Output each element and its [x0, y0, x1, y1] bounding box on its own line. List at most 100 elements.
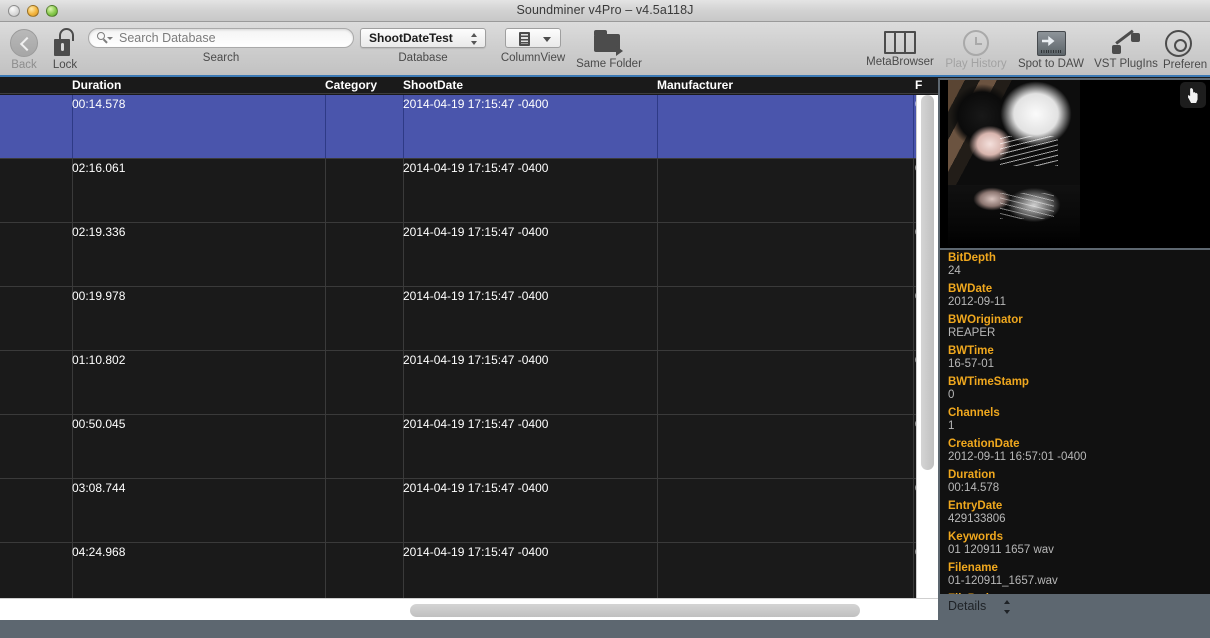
list-icon [519, 32, 530, 46]
column-header-shootdate[interactable]: ShootDate [403, 78, 655, 92]
table-row[interactable]: 03:08.7442014-04-19 17:15:47 -04000 [0, 479, 938, 543]
main-toolbar: Back Lock Search Database Search ShootDa… [0, 22, 1210, 77]
column-header-duration[interactable]: Duration [72, 78, 322, 92]
vst-plugins-label: VST PlugIns [1094, 58, 1158, 70]
cell-shootdate: 2014-04-19 17:15:47 -0400 [403, 481, 549, 495]
metadata-entry[interactable]: Channels 1 [948, 407, 1210, 433]
metadata-key: BWOriginator [948, 314, 1023, 326]
database-group-label: Database [398, 52, 448, 64]
cell-shootdate: 2014-04-19 17:15:47 -0400 [403, 225, 549, 239]
cell-duration: 00:50.045 [72, 417, 126, 431]
columnview-button[interactable]: ColumnView [495, 28, 571, 64]
metadata-entry[interactable]: BWTimeStamp 0 [948, 376, 1210, 402]
column-divider [325, 415, 326, 478]
table-header-row: Duration Category ShootDate Manufacturer… [0, 78, 938, 94]
metadata-value: 01-120911_1657.wav [948, 575, 1058, 587]
metadata-entry[interactable]: BWOriginator REAPER [948, 314, 1210, 340]
metadata-key: BWTimeStamp [948, 376, 1029, 388]
back-button-label: Back [11, 59, 37, 71]
preferences-button[interactable]: Preferen [1162, 28, 1210, 71]
column-divider [325, 287, 326, 350]
horizontal-scrollbar-thumb[interactable] [410, 604, 860, 617]
cell-shootdate: 2014-04-19 17:15:47 -0400 [403, 417, 549, 431]
metadata-value: 16-57-01 [948, 358, 995, 370]
grab-hand-tool-button[interactable] [1180, 82, 1206, 108]
same-folder-button[interactable]: Same Folder [573, 28, 645, 70]
column-divider [657, 223, 658, 286]
table-row[interactable]: 01:10.8022014-04-19 17:15:47 -04000 [0, 351, 938, 415]
metadata-entry[interactable]: CreationDate 2012-09-11 16:57:01 -0400 [948, 438, 1210, 464]
metadata-entry[interactable]: BWDate 2012-09-11 [948, 283, 1210, 309]
metadata-key: Duration [948, 469, 996, 481]
table-row[interactable]: 00:19.9782014-04-19 17:15:47 -04000 [0, 287, 938, 351]
column-divider [657, 95, 658, 158]
vertical-scrollbar[interactable] [916, 95, 938, 598]
column-divider [657, 287, 658, 350]
table-row[interactable]: 02:19.3362014-04-19 17:15:47 -04000 [0, 223, 938, 287]
folder-arrow-icon [592, 30, 626, 57]
database-select[interactable]: ShootDateTest [360, 28, 486, 48]
chevron-updown-icon[interactable] [1004, 600, 1011, 614]
search-input[interactable]: Search Database [88, 28, 354, 48]
columns-icon [884, 31, 916, 54]
cell-shootdate: 2014-04-19 17:15:47 -0400 [403, 289, 549, 303]
metadata-value: 2012-09-11 [948, 296, 1006, 308]
metadata-value: 00:14.578 [948, 482, 1000, 494]
preferences-gear-icon [1165, 30, 1192, 57]
artwork-preview [940, 80, 1210, 248]
metadata-value: 429133806 [948, 513, 1006, 525]
spot-to-daw-button[interactable]: Spot to DAW [1013, 28, 1089, 70]
clock-icon [963, 30, 989, 56]
cell-shootdate: 2014-04-19 17:15:47 -0400 [403, 353, 549, 367]
metabrowser-button[interactable]: MetaBrowser [862, 28, 938, 68]
results-table: Duration Category ShootDate Manufacturer… [0, 78, 938, 620]
table-row[interactable]: 02:16.0612014-04-19 17:15:47 -04000 [0, 159, 938, 223]
same-folder-label: Same Folder [576, 58, 642, 70]
plug-connector-icon [1111, 29, 1141, 56]
metadata-panel: BitDepth 24 BWDate 2012-09-11 BWOriginator RE… [938, 78, 1210, 620]
column-divider [913, 159, 914, 222]
columnview-dropdown[interactable] [505, 28, 561, 48]
search-icon[interactable] [97, 32, 113, 40]
metadata-key: Keywords [948, 531, 1003, 543]
application-window: Soundminer v4Pro – v4.5a118J Back Lock S… [0, 0, 1210, 620]
table-row[interactable]: 00:50.0452014-04-19 17:15:47 -04000 [0, 415, 938, 479]
cell-duration: 02:19.336 [72, 225, 126, 239]
search-group-label: Search [202, 52, 240, 64]
play-history-button[interactable]: Play History [938, 28, 1014, 70]
back-arrow-icon [10, 29, 38, 57]
vertical-scrollbar-thumb[interactable] [921, 95, 934, 470]
metadata-value: 0 [948, 389, 955, 401]
column-header-manufacturer[interactable]: Manufacturer [657, 78, 913, 92]
cell-duration: 01:10.802 [72, 353, 126, 367]
column-divider [913, 223, 914, 286]
metadata-entry[interactable]: BWTime 16-57-01 [948, 345, 1210, 371]
details-selector-bar: Details [938, 594, 1210, 620]
horizontal-scrollbar[interactable] [0, 598, 938, 620]
metadata-key: Channels [948, 407, 1000, 419]
cell-shootdate: 2014-04-19 17:15:47 -0400 [403, 97, 549, 111]
back-button[interactable]: Back [3, 28, 45, 71]
spot-to-daw-label: Spot to DAW [1017, 58, 1085, 70]
spot-to-daw-icon [1036, 31, 1066, 56]
metadata-entry[interactable]: BitDepth 24 [948, 252, 1210, 278]
lock-button[interactable]: Lock [44, 28, 86, 71]
vst-plugins-button[interactable]: VST PlugIns [1088, 28, 1164, 70]
cell-duration: 00:14.578 [72, 97, 126, 111]
column-header-category[interactable]: Category [325, 78, 401, 92]
metadata-entry[interactable]: EntryDate 429133806 [948, 500, 1210, 526]
column-divider [913, 351, 914, 414]
metadata-key: CreationDate [948, 438, 1020, 450]
column-divider [657, 415, 658, 478]
search-placeholder-text: Search Database [119, 31, 216, 45]
column-divider [657, 159, 658, 222]
cell-duration: 04:24.968 [72, 545, 126, 559]
column-header-extra[interactable]: F [915, 78, 937, 92]
metabrowser-label: MetaBrowser [866, 56, 934, 68]
metadata-entry[interactable]: Keywords 01 120911 1657 wav [948, 531, 1210, 557]
search-group: Search Database Search [88, 28, 354, 64]
play-history-label: Play History [945, 58, 1007, 70]
metadata-entry[interactable]: Duration 00:14.578 [948, 469, 1210, 495]
metadata-entry[interactable]: Filename 01-120911_1657.wav [948, 562, 1210, 588]
table-row[interactable]: 00:14.5782014-04-19 17:15:47 -04000 [0, 95, 938, 159]
